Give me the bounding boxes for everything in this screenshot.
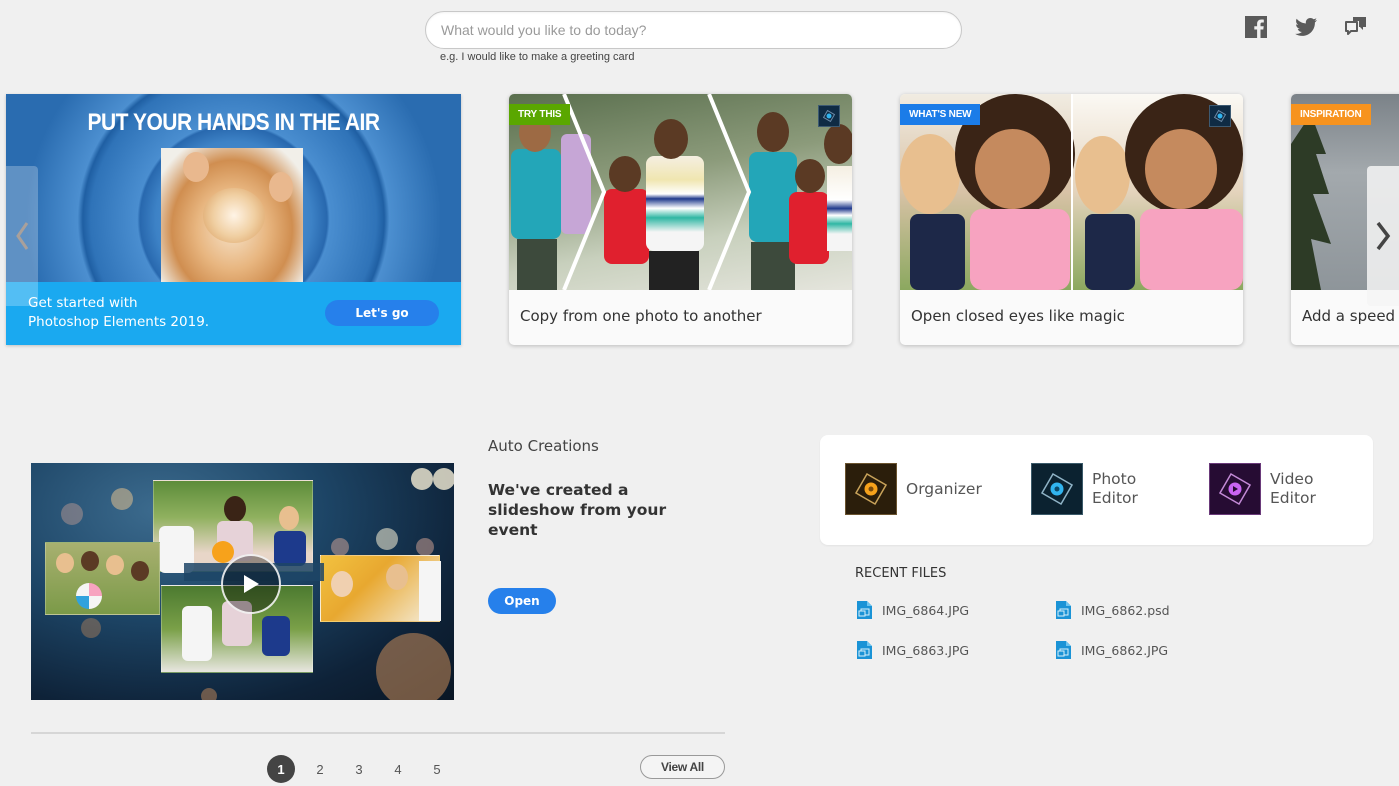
hero-text: Get started with Photoshop Elements 2019… bbox=[28, 294, 209, 332]
carousel-prev-button[interactable] bbox=[6, 166, 38, 306]
view-all-button[interactable]: View All bbox=[640, 755, 725, 779]
hero-band: Get started with Photoshop Elements 2019… bbox=[6, 282, 461, 345]
card-badge: INSPIRATION bbox=[1291, 104, 1371, 125]
photo-editor-icon bbox=[1209, 105, 1231, 127]
card-caption: Open closed eyes like magic bbox=[911, 307, 1125, 325]
lets-go-button[interactable]: Let's go bbox=[325, 300, 439, 326]
chevron-right-icon bbox=[1376, 221, 1391, 251]
facebook-icon[interactable] bbox=[1243, 15, 1269, 39]
play-icon bbox=[244, 575, 259, 593]
photo-editor-button[interactable]: Photo Editor bbox=[1031, 463, 1138, 515]
search-hint: e.g. I would like to make a greeting car… bbox=[440, 51, 635, 63]
recent-files-title: RECENT FILES bbox=[855, 566, 947, 581]
play-button[interactable] bbox=[221, 554, 281, 614]
photo-editor-icon bbox=[1031, 463, 1083, 515]
card-badge: WHAT'S NEW bbox=[900, 104, 981, 125]
app-label-line1: Photo bbox=[1092, 470, 1137, 488]
app-label-line2: Editor bbox=[1270, 489, 1316, 507]
page-1[interactable]: 1 bbox=[267, 755, 295, 783]
app-label-line1: Organizer bbox=[906, 479, 982, 498]
file-name: IMG_6862.JPG bbox=[1081, 642, 1169, 658]
app-label-line1: Video bbox=[1270, 470, 1314, 488]
file-name: IMG_6863.JPG bbox=[882, 642, 970, 658]
auto-creations-label: Auto Creations bbox=[488, 437, 599, 455]
recent-file[interactable]: IMG_6862.JPG bbox=[1054, 640, 1168, 660]
organizer-icon bbox=[845, 463, 897, 515]
image-file-icon bbox=[1056, 641, 1071, 659]
social-links bbox=[1243, 15, 1369, 39]
search-input[interactable] bbox=[425, 11, 962, 49]
app-label-line2: Editor bbox=[1092, 489, 1138, 507]
video-editor-button[interactable]: Video Editor bbox=[1209, 463, 1316, 515]
hero-title: PUT YOUR HANDS IN THE AIR bbox=[87, 109, 380, 136]
page-3[interactable]: 3 bbox=[345, 755, 373, 783]
organizer-label: Organizer bbox=[906, 480, 982, 499]
recent-file[interactable]: IMG_6862.psd bbox=[1054, 600, 1170, 620]
card-caption: Copy from one photo to another bbox=[520, 307, 762, 325]
recent-file[interactable]: IMG_6864.JPG bbox=[855, 600, 969, 620]
image-file-icon bbox=[857, 641, 872, 659]
card-open-eyes[interactable]: WHAT'S NEW Open closed eyes like magic bbox=[900, 94, 1243, 345]
page-5[interactable]: 5 bbox=[423, 755, 451, 783]
image-file-icon bbox=[857, 601, 872, 619]
hero-text-line2: Photoshop Elements 2019. bbox=[28, 314, 210, 330]
video-editor-icon bbox=[1209, 463, 1261, 515]
card-badge: TRY THIS bbox=[509, 104, 571, 125]
hero-image bbox=[161, 148, 303, 283]
open-button[interactable]: Open bbox=[488, 588, 556, 614]
photo-editor-label: Photo Editor bbox=[1092, 470, 1138, 508]
page-2[interactable]: 2 bbox=[306, 755, 334, 783]
feature-carousel: PUT YOUR HANDS IN THE AIR Get started wi… bbox=[0, 94, 1399, 346]
app-launcher: Organizer Photo Editor Video Editor bbox=[820, 435, 1373, 545]
feedback-icon[interactable] bbox=[1343, 15, 1369, 39]
image-file-icon bbox=[1056, 601, 1071, 619]
pagination: 1 2 3 4 5 bbox=[267, 755, 451, 783]
file-name: IMG_6864.JPG bbox=[882, 602, 970, 618]
hero-banner[interactable]: PUT YOUR HANDS IN THE AIR Get started wi… bbox=[6, 94, 461, 345]
photo-editor-icon bbox=[818, 105, 840, 127]
recent-file[interactable]: IMG_6863.JPG bbox=[855, 640, 969, 660]
hero-text-line1: Get started with bbox=[28, 295, 138, 311]
card-copy-photo[interactable]: TRY THIS Copy from one photo to another bbox=[509, 94, 852, 345]
twitter-icon[interactable] bbox=[1293, 15, 1319, 39]
carousel-next-button[interactable] bbox=[1367, 166, 1399, 306]
video-editor-label: Video Editor bbox=[1270, 470, 1316, 508]
search-area: e.g. I would like to make a greeting car… bbox=[425, 11, 962, 63]
page-4[interactable]: 4 bbox=[384, 755, 412, 783]
file-name: IMG_6862.psd bbox=[1081, 602, 1170, 618]
chevron-left-icon bbox=[16, 222, 29, 250]
card-caption: Add a speed bbox=[1302, 307, 1396, 325]
organizer-button[interactable]: Organizer bbox=[845, 463, 982, 515]
divider bbox=[31, 732, 725, 734]
auto-creations-title: We've created a slideshow from your even… bbox=[488, 481, 667, 539]
slideshow-preview[interactable] bbox=[31, 463, 454, 700]
